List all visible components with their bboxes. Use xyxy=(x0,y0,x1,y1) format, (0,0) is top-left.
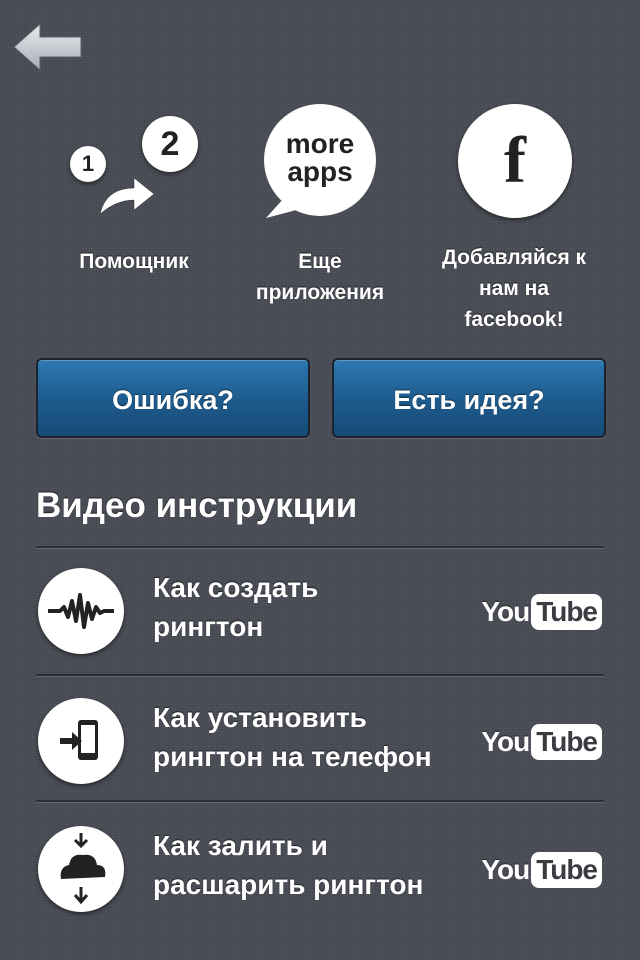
section-title: Видео инструкции xyxy=(36,486,358,525)
phone-transfer-icon xyxy=(38,698,124,784)
more-apps-item[interactable]: more apps Еще приложения xyxy=(220,104,420,308)
video-row-create-ringtone[interactable]: Как создать рингтон You Tube xyxy=(36,550,604,674)
step-two-badge: 2 xyxy=(142,116,198,172)
youtube-logo-icon: You Tube xyxy=(481,724,602,760)
more-apps-icon-text: more apps xyxy=(285,128,355,187)
youtube-logo-icon: You Tube xyxy=(481,852,602,888)
helper-item[interactable]: 1 2 Помощник xyxy=(34,104,234,277)
cloud-sync-icon xyxy=(38,826,124,912)
report-bug-button[interactable]: Ошибка? xyxy=(36,358,310,438)
curved-arrow-icon xyxy=(99,177,155,215)
helper-label: Помощник xyxy=(79,250,189,273)
steps-icon: 1 2 xyxy=(34,104,234,226)
waveform-icon xyxy=(38,568,124,654)
more-apps-label: Еще приложения xyxy=(255,250,385,304)
back-arrow-icon xyxy=(13,22,82,72)
facebook-icon: f xyxy=(458,104,572,218)
back-button[interactable] xyxy=(12,22,84,72)
video-row-share-ringtone[interactable]: Как залить и расшарить рингтон You Tube xyxy=(36,808,604,932)
facebook-item[interactable]: f Добавляйся к нам на facebook! xyxy=(414,104,614,335)
suggest-idea-button[interactable]: Есть идея? xyxy=(332,358,606,438)
divider xyxy=(36,546,604,548)
youtube-logo-icon: You Tube xyxy=(481,594,602,630)
video-title: Как залить и расшарить рингтон xyxy=(153,830,424,900)
video-row-install-ringtone[interactable]: Как установить рингтон на телефон You Tub… xyxy=(36,680,604,804)
divider xyxy=(36,674,604,676)
video-title: Как установить рингтон на телефон xyxy=(153,702,432,772)
video-title: Как создать рингтон xyxy=(153,572,319,642)
divider xyxy=(36,800,604,802)
facebook-label: Добавляйся к нам на facebook! xyxy=(441,246,587,331)
